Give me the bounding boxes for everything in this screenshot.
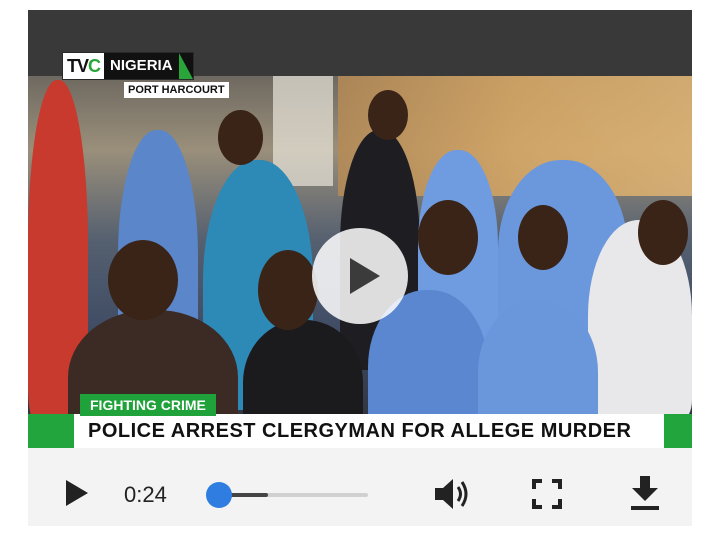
volume-button[interactable] xyxy=(432,474,472,514)
logo-nigeria-text: NIGERIA xyxy=(110,57,173,74)
volume-icon xyxy=(435,479,468,509)
logo-tv-text: TV xyxy=(67,56,89,76)
current-time: 0:24 xyxy=(124,482,167,507)
location-label: PORT HARCOURT xyxy=(124,82,229,98)
person-head xyxy=(418,200,478,275)
person-head xyxy=(218,110,263,165)
person-head xyxy=(258,250,318,330)
play-button[interactable] xyxy=(64,478,94,512)
lower-third-tag: FIGHTING CRIME xyxy=(80,394,216,416)
person-head xyxy=(638,200,688,265)
download-button[interactable] xyxy=(628,474,662,514)
person-head xyxy=(108,240,178,320)
play-icon xyxy=(350,258,380,294)
background-door xyxy=(273,76,333,186)
seek-slider[interactable] xyxy=(206,482,368,508)
play-icon xyxy=(66,480,88,506)
fullscreen-button[interactable] xyxy=(531,478,565,512)
video-frame[interactable]: TVC NIGERIA PORT HARCOURT FIGHTING CRIME… xyxy=(28,10,692,448)
person-head xyxy=(368,90,408,140)
video-player[interactable]: TVC NIGERIA PORT HARCOURT FIGHTING CRIME… xyxy=(28,10,692,526)
player-controls: 0:24 xyxy=(28,448,692,526)
download-icon xyxy=(631,476,659,510)
big-play-button[interactable] xyxy=(312,228,408,324)
logo-slash xyxy=(178,53,193,79)
seek-thumb[interactable] xyxy=(206,482,232,508)
headline-text: POLICE ARREST CLERGYMAN FOR ALLEGE MURDE… xyxy=(88,420,632,442)
channel-logo: TVC NIGERIA xyxy=(62,52,194,80)
logo-c-text: C xyxy=(88,56,101,76)
person-head xyxy=(518,205,568,270)
fullscreen-icon xyxy=(532,479,562,509)
